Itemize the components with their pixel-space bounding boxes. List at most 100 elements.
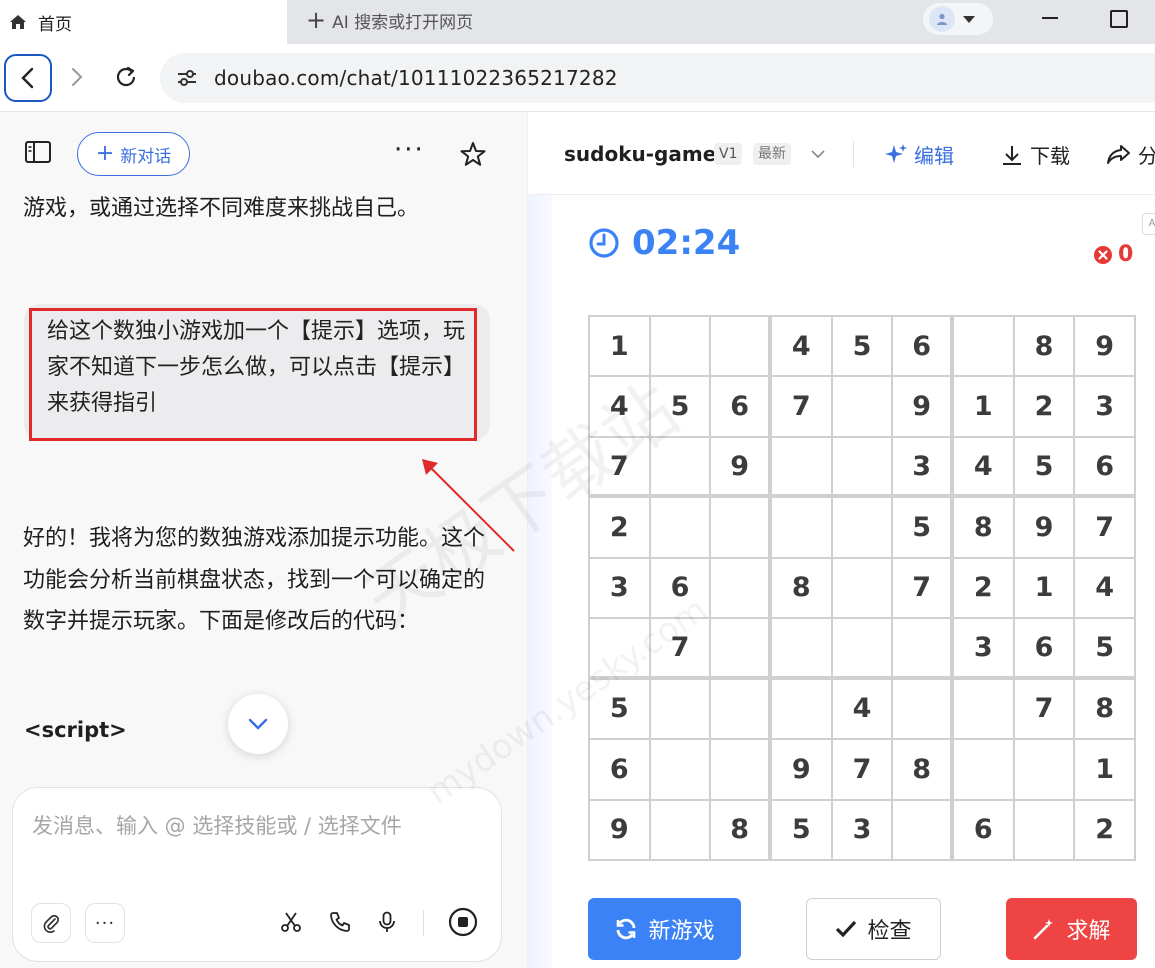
sudoku-cell[interactable] — [711, 619, 768, 676]
sudoku-cell[interactable]: 6 — [590, 740, 649, 799]
omnibox[interactable]: doubao.com/chat/10111022365217282 — [160, 53, 1155, 103]
sudoku-cell[interactable] — [711, 679, 768, 739]
sudoku-cell[interactable] — [590, 619, 649, 676]
sudoku-cell[interactable]: 1 — [1075, 740, 1134, 799]
sudoku-cell[interactable] — [711, 317, 768, 376]
sudoku-cell[interactable] — [893, 619, 950, 676]
sudoku-cell[interactable] — [711, 558, 768, 618]
sudoku-cell[interactable]: 6 — [711, 377, 768, 436]
sudoku-cell[interactable] — [832, 437, 892, 495]
tab-home[interactable]: 首页 — [0, 0, 287, 44]
sidebar-toggle-icon[interactable] — [24, 140, 52, 164]
sudoku-cell[interactable]: 8 — [1014, 317, 1074, 376]
sudoku-cell[interactable]: 3 — [1075, 377, 1134, 436]
sudoku-cell[interactable]: 8 — [893, 740, 950, 799]
sudoku-cell[interactable]: 2 — [954, 558, 1013, 618]
sudoku-cell[interactable] — [711, 740, 768, 799]
minimize-button[interactable] — [1035, 5, 1065, 31]
sudoku-cell[interactable]: 8 — [1075, 679, 1134, 739]
sudoku-cell[interactable]: 6 — [1075, 437, 1134, 495]
sudoku-cell[interactable]: 1 — [1014, 558, 1074, 618]
sudoku-cell[interactable] — [1014, 740, 1074, 799]
solve-button[interactable]: 求解 — [1006, 898, 1137, 960]
sudoku-cell[interactable]: 5 — [590, 679, 649, 739]
phone-icon[interactable] — [324, 906, 356, 938]
message-input-placeholder[interactable]: 发消息、输入 @ 选择技能或 / 选择文件 — [32, 810, 402, 840]
more-tools-button[interactable]: ··· — [85, 903, 125, 943]
sudoku-cell[interactable] — [650, 800, 710, 859]
sudoku-cell[interactable] — [954, 740, 1013, 799]
new-tab-button[interactable]: + AI 搜索或打开网页 — [306, 0, 473, 40]
sudoku-cell[interactable] — [954, 317, 1013, 376]
sudoku-cell[interactable] — [650, 679, 710, 739]
sudoku-cell[interactable]: 7 — [772, 377, 831, 436]
sudoku-cell[interactable] — [1014, 800, 1074, 859]
sudoku-cell[interactable] — [650, 317, 710, 376]
sudoku-cell[interactable]: 8 — [954, 498, 1013, 557]
sudoku-cell[interactable]: 7 — [1014, 679, 1074, 739]
edit-button[interactable]: 编辑 — [884, 140, 954, 169]
site-settings-icon[interactable] — [174, 65, 200, 91]
sudoku-cell[interactable]: 4 — [1075, 558, 1134, 618]
sudoku-cell[interactable] — [650, 437, 710, 495]
sudoku-cell[interactable] — [893, 800, 950, 859]
microphone-icon[interactable] — [371, 906, 403, 938]
sudoku-cell[interactable] — [954, 679, 1013, 739]
sudoku-cell[interactable]: 7 — [832, 740, 892, 799]
sudoku-cell[interactable]: 6 — [893, 317, 950, 376]
sudoku-cell[interactable]: 2 — [590, 498, 649, 557]
chevron-down-icon[interactable] — [810, 146, 826, 162]
attach-button[interactable] — [31, 903, 71, 943]
new-chat-button[interactable]: + 新对话 — [77, 132, 190, 176]
message-composer[interactable]: 发消息、输入 @ 选择技能或 / 选择文件 ··· — [12, 787, 502, 962]
sudoku-cell[interactable]: 9 — [711, 437, 768, 495]
reload-button[interactable] — [110, 61, 142, 93]
sudoku-cell[interactable]: 1 — [590, 317, 649, 376]
forward-button[interactable] — [62, 62, 92, 92]
sudoku-cell[interactable]: 5 — [772, 800, 831, 859]
sudoku-cell[interactable]: 9 — [590, 800, 649, 859]
sudoku-cell[interactable] — [772, 679, 831, 739]
scissors-icon[interactable] — [275, 906, 307, 938]
sudoku-cell[interactable] — [832, 619, 892, 676]
sudoku-cell[interactable]: 3 — [832, 800, 892, 859]
sudoku-cell[interactable]: 9 — [893, 377, 950, 436]
profile-button[interactable] — [923, 3, 993, 35]
sudoku-cell[interactable]: 4 — [772, 317, 831, 376]
sudoku-cell[interactable]: 3 — [590, 558, 649, 618]
url-text[interactable]: doubao.com/chat/10111022365217282 — [214, 66, 618, 90]
sudoku-cell[interactable] — [832, 498, 892, 557]
check-button[interactable]: 检查 — [806, 898, 941, 960]
sudoku-cell[interactable] — [772, 498, 831, 557]
sudoku-cell[interactable] — [650, 740, 710, 799]
sudoku-cell[interactable]: 8 — [711, 800, 768, 859]
sudoku-cell[interactable]: 5 — [832, 317, 892, 376]
sudoku-cell[interactable]: 6 — [954, 800, 1013, 859]
sudoku-cell[interactable] — [711, 498, 768, 557]
more-options-button[interactable]: ··· — [394, 137, 425, 163]
sudoku-cell[interactable]: 6 — [1014, 619, 1074, 676]
sudoku-cell[interactable]: 7 — [590, 437, 649, 495]
sudoku-cell[interactable]: 2 — [1014, 377, 1074, 436]
sudoku-cell[interactable]: 5 — [1075, 619, 1134, 676]
sudoku-cell[interactable]: 2 — [1075, 800, 1134, 859]
sudoku-cell[interactable]: 9 — [772, 740, 831, 799]
sudoku-cell[interactable]: 5 — [650, 377, 710, 436]
sudoku-cell[interactable]: 7 — [1075, 498, 1134, 557]
sudoku-cell[interactable] — [772, 619, 831, 676]
sudoku-cell[interactable]: 4 — [954, 437, 1013, 495]
sudoku-cell[interactable]: 4 — [832, 679, 892, 739]
star-icon[interactable] — [459, 140, 487, 168]
sudoku-cell[interactable]: 7 — [650, 619, 710, 676]
maximize-button[interactable] — [1102, 5, 1132, 31]
sudoku-cell[interactable]: 9 — [1075, 317, 1134, 376]
sudoku-cell[interactable]: 1 — [954, 377, 1013, 436]
download-button[interactable]: 下载 — [1000, 140, 1070, 169]
sudoku-cell[interactable]: 9 — [1014, 498, 1074, 557]
new-game-button[interactable]: 新游戏 — [588, 898, 741, 960]
sudoku-cell[interactable] — [893, 679, 950, 739]
sudoku-cell[interactable] — [832, 558, 892, 618]
sudoku-cell[interactable]: 3 — [954, 619, 1013, 676]
scroll-to-bottom-button[interactable] — [228, 694, 288, 754]
sudoku-cell[interactable] — [772, 437, 831, 495]
